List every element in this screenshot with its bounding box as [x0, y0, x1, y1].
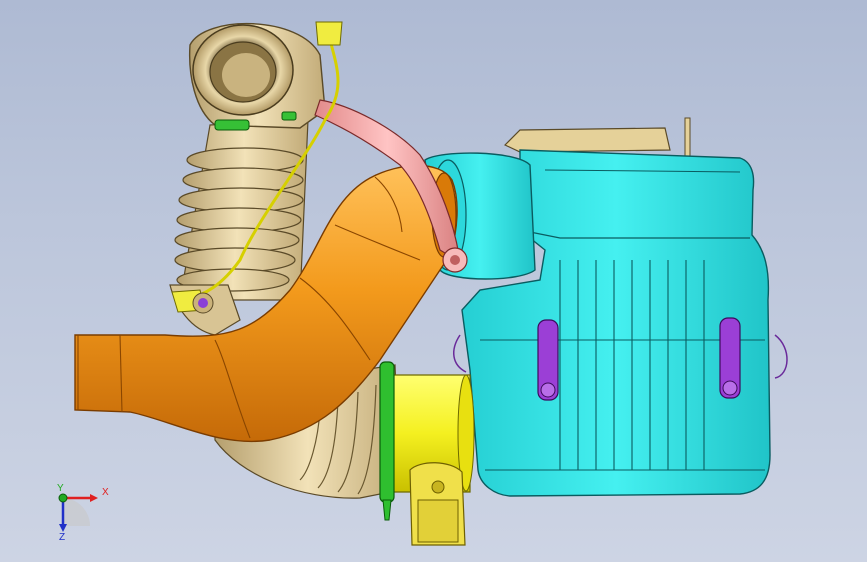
housing-latch-clip-right[interactable]: [719, 317, 741, 399]
air-filter-housing[interactable]: [424, 117, 771, 497]
housing-cover-top: [503, 127, 671, 153]
triad-y-axis: [58, 493, 68, 503]
coordinate-triad: [58, 493, 98, 532]
triad-y-label: Y: [57, 483, 64, 494]
cad-viewport[interactable]: X Y Z: [0, 0, 867, 562]
assembly-model[interactable]: [0, 0, 867, 562]
sensor-connector[interactable]: [409, 462, 466, 546]
housing-latch-clip-left[interactable]: [537, 319, 559, 401]
wire-loop-left: [453, 334, 467, 373]
triad-z-label: Z: [59, 532, 66, 543]
hose-clamp[interactable]: [379, 361, 395, 521]
triad-x-label: X: [102, 487, 109, 498]
hose-sensor: [192, 292, 214, 314]
intake-mouth-ring: [192, 24, 294, 116]
wire-loop-right: [774, 334, 788, 379]
